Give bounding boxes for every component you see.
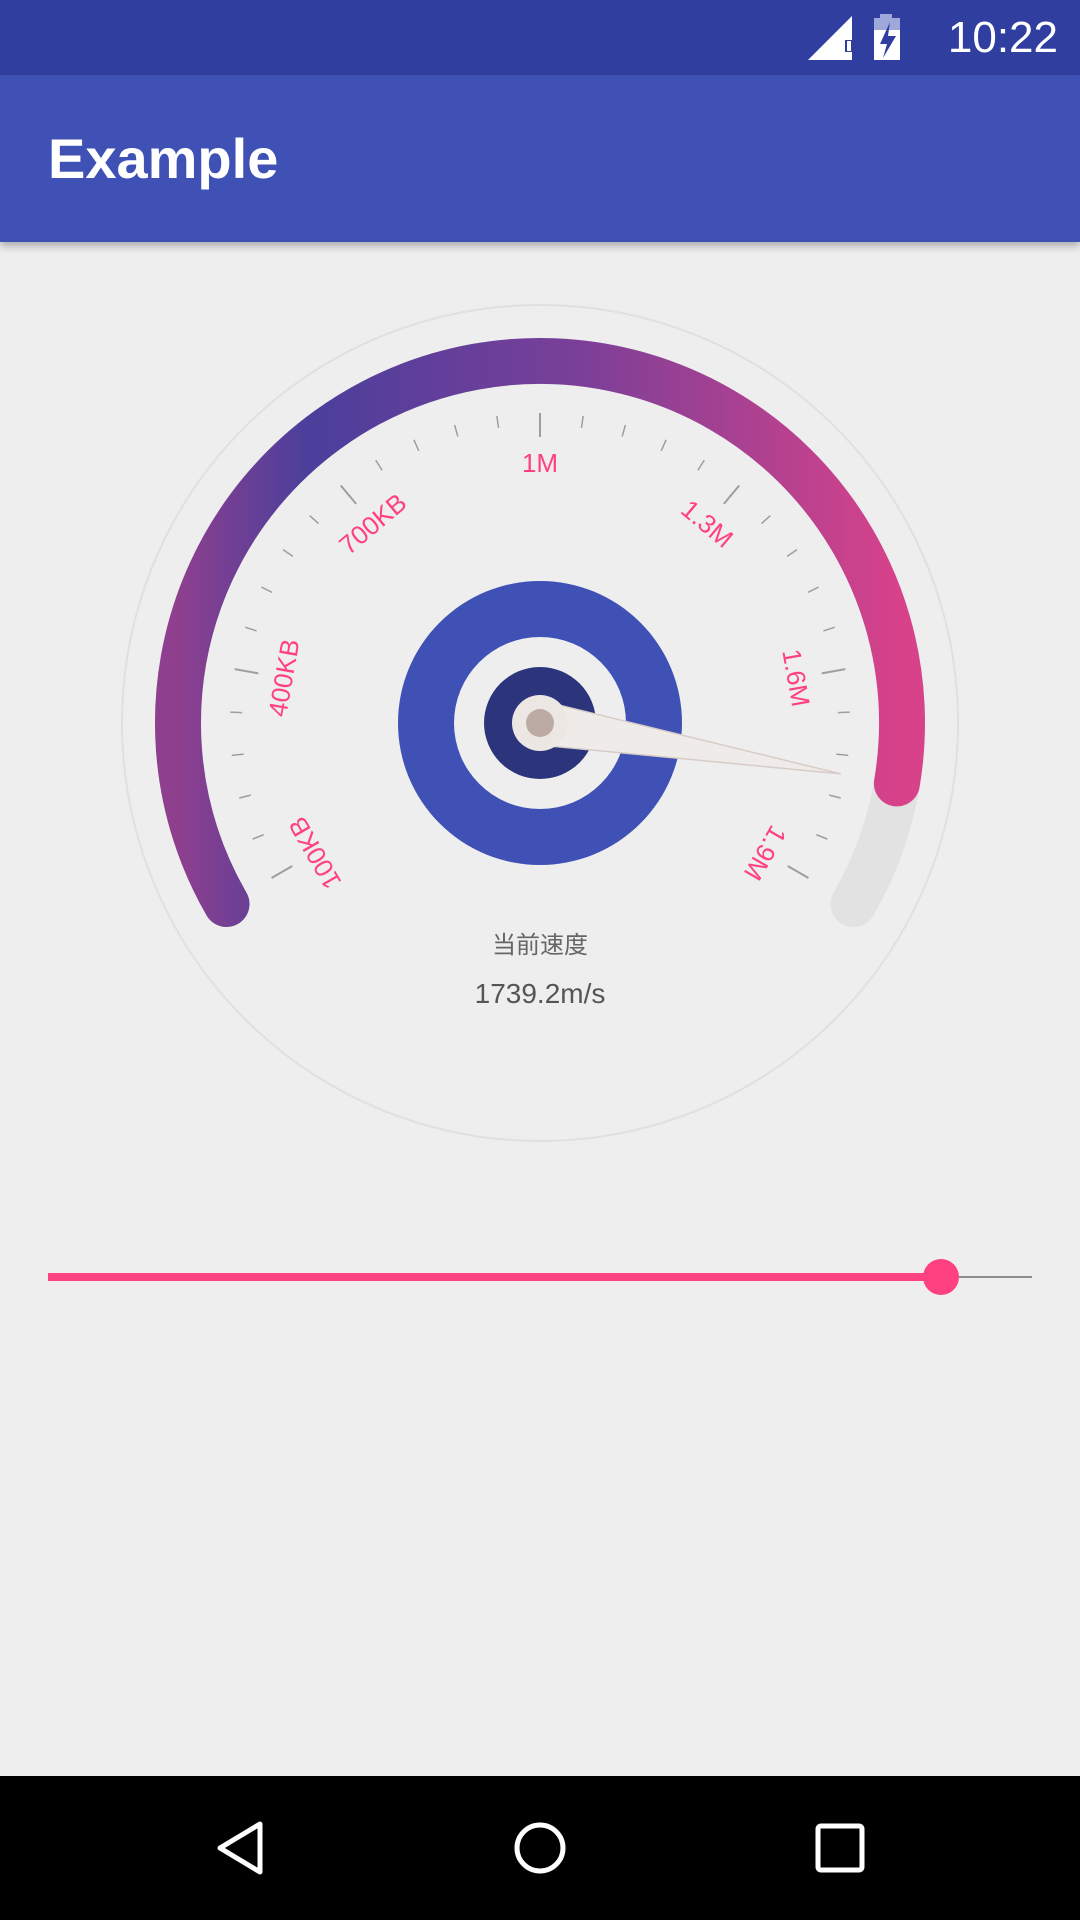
minor-tick (239, 794, 252, 799)
back-icon[interactable] (210, 1818, 270, 1878)
minor-tick (660, 439, 667, 452)
minor-tick (282, 549, 294, 557)
minor-tick (261, 586, 273, 594)
major-tick (723, 484, 741, 505)
minor-tick (807, 586, 819, 594)
minor-tick (309, 515, 320, 525)
minor-tick (252, 833, 264, 840)
minor-tick (828, 794, 841, 799)
scale-label: 700KB (333, 487, 412, 560)
major-tick (787, 865, 809, 879)
speed-value: 1739.2m/s (474, 978, 606, 1009)
scale-label: 1M (522, 448, 558, 478)
scale-label: 400KB (262, 637, 305, 719)
app-title: Example (48, 127, 279, 190)
scale-label: 1.6M (776, 647, 816, 709)
speed-caption: 当前速度 (492, 931, 588, 959)
minor-tick (786, 549, 798, 557)
slider-thumb[interactable] (923, 1259, 960, 1295)
scale-label: 1.9M (738, 821, 793, 886)
minor-tick (823, 626, 836, 632)
minor-tick (621, 424, 627, 437)
minor-tick (580, 415, 584, 429)
major-tick (234, 668, 259, 675)
navigation-bar (0, 1776, 1080, 1920)
minor-tick (836, 753, 849, 757)
major-tick (271, 865, 293, 879)
minor-tick (816, 833, 828, 840)
minor-tick (760, 515, 771, 525)
minor-tick (231, 753, 244, 757)
scale-label: 100KB (282, 812, 347, 895)
major-tick (339, 484, 357, 505)
home-icon[interactable] (510, 1818, 570, 1878)
slider-fill[interactable] (48, 1273, 942, 1281)
scale-label: 1.3M (675, 494, 739, 554)
minor-tick (496, 415, 500, 429)
app-bar: Example (0, 75, 1080, 242)
speed-slider[interactable] (48, 1252, 1032, 1302)
minor-tick (697, 459, 705, 471)
minor-tick (375, 459, 383, 471)
minor-tick (413, 439, 420, 452)
minor-tick (453, 424, 459, 437)
minor-tick (244, 626, 257, 632)
recents-icon[interactable] (810, 1818, 870, 1878)
major-tick (821, 668, 846, 675)
